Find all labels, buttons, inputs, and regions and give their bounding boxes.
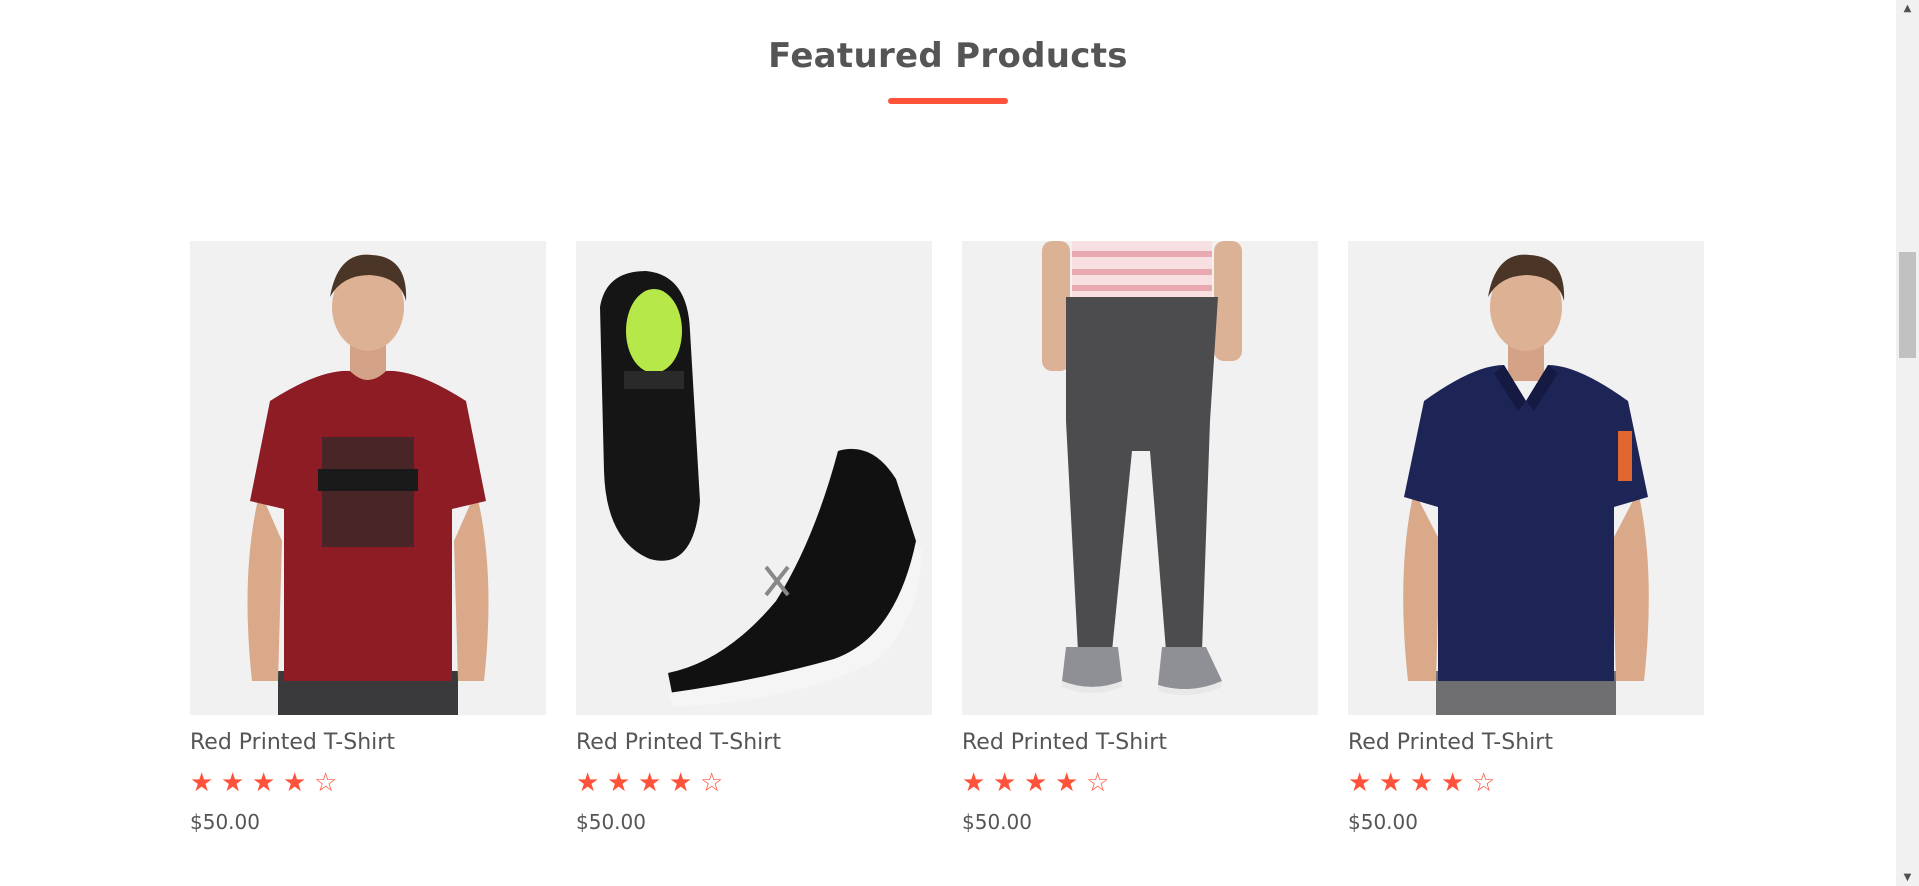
vertical-scrollbar[interactable]: ▲ ▼ (1896, 0, 1919, 886)
product-name[interactable]: Red Printed T-Shirt (576, 729, 932, 758)
scrollbar-thumb[interactable] (1899, 252, 1916, 358)
star-icon: ★ (190, 767, 214, 798)
navy-polo-image (1348, 241, 1704, 715)
product-card[interactable]: Red Printed T-Shirt ★ ★ ★ ★ ☆ $50.00 (576, 241, 932, 854)
product-card[interactable]: Red Printed T-Shirt ★ ★ ★ ★ ☆ $50.00 (962, 241, 1318, 854)
product-image[interactable] (1348, 241, 1704, 715)
black-sneakers-image (576, 241, 932, 715)
star-icon: ★ (638, 767, 662, 798)
red-tshirt-image (190, 241, 546, 715)
product-card[interactable]: Red Printed T-Shirt ★ ★ ★ ★ ☆ $50.00 (190, 241, 546, 854)
product-price: $50.00 (962, 809, 1032, 834)
product-card[interactable]: Red Printed T-Shirt ★ ★ ★ ★ ☆ $50.00 (1348, 241, 1704, 854)
product-rating: ★ ★ ★ ★ ☆ (1348, 770, 1704, 796)
page: Featured Products Red Printed T-Shirt ★ … (0, 0, 1919, 886)
star-icon: ★ (669, 767, 693, 798)
star-icon: ★ (1055, 767, 1079, 798)
product-name[interactable]: Red Printed T-Shirt (190, 729, 546, 758)
star-outline-icon: ☆ (700, 767, 724, 798)
product-name[interactable]: Red Printed T-Shirt (962, 729, 1318, 758)
star-icon: ★ (252, 767, 276, 798)
arrow-up-icon[interactable]: ▲ (1896, 0, 1919, 17)
star-icon: ★ (607, 767, 631, 798)
product-rating: ★ ★ ★ ★ ☆ (190, 770, 546, 796)
star-icon: ★ (576, 767, 600, 798)
star-icon: ★ (1441, 767, 1465, 798)
arrow-down-icon[interactable]: ▼ (1896, 869, 1919, 886)
star-outline-icon: ☆ (1472, 767, 1496, 798)
section-title: Featured Products (768, 36, 1128, 76)
product-name[interactable]: Red Printed T-Shirt (1348, 729, 1704, 758)
star-icon: ★ (962, 767, 986, 798)
product-grid: Red Printed T-Shirt ★ ★ ★ ★ ☆ $50.00 Red… (190, 241, 1704, 854)
star-icon: ★ (1379, 767, 1403, 798)
star-icon: ★ (1410, 767, 1434, 798)
star-icon: ★ (993, 767, 1017, 798)
star-icon: ★ (1024, 767, 1048, 798)
product-image[interactable] (190, 241, 546, 715)
product-rating: ★ ★ ★ ★ ☆ (962, 770, 1318, 796)
product-rating: ★ ★ ★ ★ ☆ (576, 770, 932, 796)
star-icon: ★ (1348, 767, 1372, 798)
title-underline (888, 98, 1008, 104)
product-price: $50.00 (1348, 809, 1418, 834)
product-image[interactable] (576, 241, 932, 715)
grey-joggers-image (962, 241, 1318, 715)
star-outline-icon: ☆ (314, 767, 338, 798)
star-outline-icon: ☆ (1086, 767, 1110, 798)
product-price: $50.00 (576, 809, 646, 834)
product-image[interactable] (962, 241, 1318, 715)
star-icon: ★ (221, 767, 245, 798)
star-icon: ★ (283, 767, 307, 798)
product-price: $50.00 (190, 809, 260, 834)
